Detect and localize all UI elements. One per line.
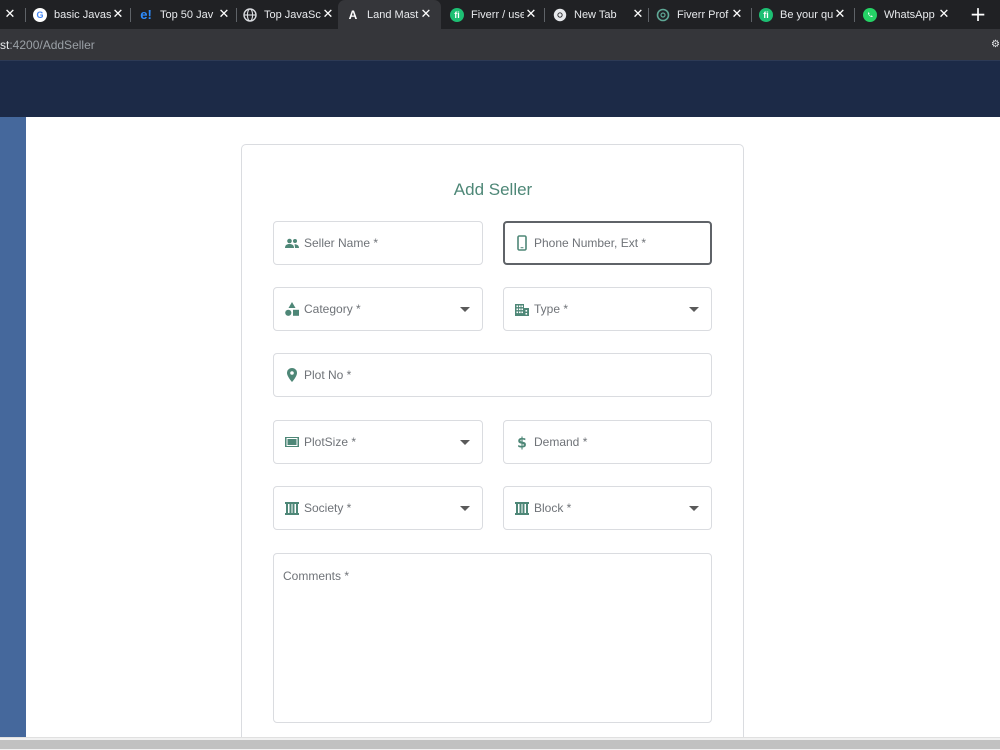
tab-fiverr-profile[interactable]: Fiverr Prof ✕: [656, 0, 744, 29]
category-shapes-icon: [285, 302, 299, 316]
openai-icon: [656, 8, 670, 22]
phone-number-field[interactable]: Phone Number, Ext *: [503, 221, 712, 265]
block-select[interactable]: Block *: [503, 486, 712, 530]
institution-icon: [285, 502, 299, 515]
tab-close-icon[interactable]: ✕: [524, 7, 538, 22]
svg-text:$: $: [517, 436, 527, 451]
demand-field[interactable]: $ Demand *: [503, 420, 712, 464]
chevron-down-icon: [460, 440, 470, 445]
society-select[interactable]: Society *: [273, 486, 483, 530]
comments-textarea[interactable]: Comments *: [273, 553, 712, 723]
scrollbar-thumb[interactable]: [0, 740, 1000, 749]
category-select[interactable]: Category *: [273, 287, 483, 331]
people-icon: [285, 238, 299, 248]
plot-size-select[interactable]: PlotSize *: [273, 420, 483, 464]
plot-no-field[interactable]: Plot No *: [273, 353, 712, 397]
institution-icon: [515, 502, 529, 515]
fiverr-icon: fi: [450, 7, 464, 22]
dollar-icon: $: [517, 436, 527, 451]
chrome-icon: [553, 8, 567, 22]
url-text[interactable]: st:4200/AddSeller: [0, 38, 95, 52]
plot-size-icon: [285, 437, 299, 447]
tab-top-50[interactable]: e! Top 50 Jav ✕: [139, 0, 231, 29]
location-pin-icon: [287, 368, 297, 382]
tab-close-icon[interactable]: ✕: [730, 7, 744, 22]
app-header: [0, 60, 1000, 117]
google-icon: G: [33, 7, 47, 22]
tab-be-your-quick[interactable]: fi Be your qu ✕: [759, 0, 847, 29]
type-select[interactable]: Type *: [503, 287, 712, 331]
page-title: Add Seller: [453, 180, 533, 199]
tab-close-icon[interactable]: ✕: [833, 7, 847, 22]
browser-tab-strip: ✕ G basic Javas ✕ e! Top 50 Jav ✕ Top Ja…: [0, 0, 1000, 29]
globe-icon: [243, 7, 257, 22]
angular-icon: A: [348, 7, 358, 22]
tab-new-tab[interactable]: New Tab ✕: [553, 0, 645, 29]
chevron-down-icon: [689, 307, 699, 312]
edureka-icon: e!: [140, 7, 152, 22]
tab-close-icon[interactable]: ✕: [111, 7, 125, 22]
new-tab-button[interactable]: +: [968, 3, 988, 25]
chevron-down-icon: [460, 506, 470, 511]
tab-whatsapp[interactable]: WhatsApp ✕: [863, 0, 951, 29]
tab-close-icon[interactable]: ✕: [419, 7, 433, 22]
building-icon: [515, 304, 529, 316]
tab-top-javascript[interactable]: Top JavaSc ✕: [243, 0, 335, 29]
chevron-down-icon: [689, 506, 699, 511]
tab-close-icon[interactable]: ✕: [217, 7, 231, 22]
app-sidebar: [0, 117, 26, 737]
tab-close-icon[interactable]: ✕: [937, 7, 951, 22]
address-bar[interactable]: st:4200/AddSeller ⚙: [0, 29, 1000, 60]
tab-land-master[interactable]: A Land Mast ✕: [338, 0, 441, 29]
fiverr-icon: fi: [759, 7, 773, 22]
tab-basic-javascript[interactable]: G basic Javas ✕: [33, 0, 125, 29]
whatsapp-icon: [863, 7, 877, 22]
extension-icon[interactable]: ⚙: [991, 39, 1000, 50]
chevron-down-icon: [460, 307, 470, 312]
tab-partial[interactable]: ✕: [0, 0, 20, 29]
tab-close-icon[interactable]: ✕: [3, 7, 17, 22]
tab-close-icon[interactable]: ✕: [321, 7, 335, 22]
tab-close-icon[interactable]: ✕: [631, 7, 645, 22]
tab-fiverr-user[interactable]: fi Fiverr / use ✕: [450, 0, 538, 29]
mobile-phone-icon: [517, 235, 527, 251]
horizontal-scrollbar[interactable]: [0, 737, 1000, 750]
seller-name-field[interactable]: Seller Name *: [273, 221, 483, 265]
